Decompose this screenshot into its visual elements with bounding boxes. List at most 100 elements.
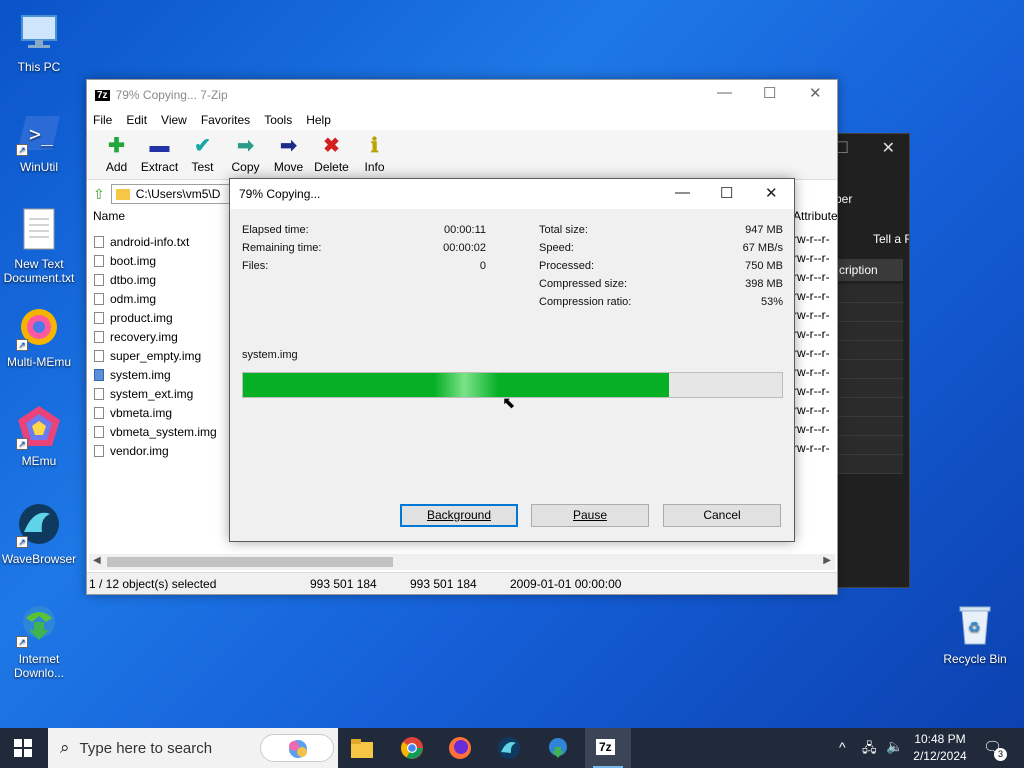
folder-icon bbox=[115, 188, 130, 200]
svg-text:♻: ♻ bbox=[968, 620, 981, 636]
network-icon[interactable]: 🖧 bbox=[862, 739, 877, 761]
menu-help[interactable]: Help bbox=[306, 113, 331, 127]
search-icon: ⌕ bbox=[60, 738, 70, 757]
copy-progress-dialog[interactable]: 79% Copying... — ☐ ✕ Elapsed time: 00:00… bbox=[229, 178, 795, 542]
list-item[interactable]: boot.img bbox=[94, 251, 217, 270]
desktop-icon-recycle-bin[interactable]: ♻ Recycle Bin bbox=[935, 602, 1015, 666]
list-item[interactable]: vbmeta.img bbox=[94, 403, 217, 422]
column-header: cription bbox=[837, 259, 903, 281]
horizontal-scrollbar[interactable]: ◀ ▶ bbox=[89, 554, 835, 570]
firefox-icon[interactable] bbox=[448, 736, 472, 760]
list-row bbox=[837, 322, 903, 341]
attr-cell: rw-r--r- bbox=[793, 441, 830, 455]
file-icon bbox=[94, 349, 104, 362]
minimize-icon[interactable]: — bbox=[717, 84, 732, 101]
list-item[interactable]: vendor.img bbox=[94, 441, 217, 460]
extract-button[interactable]: ▬ Extract bbox=[138, 130, 181, 179]
file-icon bbox=[94, 273, 104, 286]
status-bar: 1 / 12 object(s) selected 993 501 184 99… bbox=[87, 572, 837, 594]
shortcut-arrow-icon: ↗ bbox=[16, 438, 28, 450]
attr-cell: rw-r--r- bbox=[793, 346, 830, 360]
window-title: 79% Copying... 7-Zip bbox=[115, 88, 228, 102]
scroll-right-icon[interactable]: ▶ bbox=[823, 555, 831, 566]
speed-value: 67 MB/s bbox=[742, 242, 783, 254]
menu-view[interactable]: View bbox=[161, 113, 187, 127]
desktop-icon-label: MEmu bbox=[21, 454, 57, 468]
wavebrowser-icon: ↗ bbox=[16, 502, 62, 548]
shortcut-arrow-icon: ↗ bbox=[16, 339, 28, 351]
wavebrowser-taskbar-icon[interactable] bbox=[497, 736, 521, 760]
column-header-name[interactable]: Name bbox=[93, 209, 125, 223]
desktop-icon-memu[interactable]: ↗ MEmu bbox=[0, 404, 79, 468]
taskbar-search-box[interactable]: ⌕ Type here to search bbox=[48, 728, 338, 768]
clock-date[interactable]: 2/12/2024 bbox=[911, 749, 969, 763]
scrollbar-thumb[interactable] bbox=[107, 557, 393, 567]
delete-x-icon: ✖ bbox=[323, 135, 340, 157]
maximize-icon[interactable]: ☐ bbox=[763, 84, 776, 102]
list-item[interactable]: recovery.img bbox=[94, 327, 217, 346]
menu-file[interactable]: File bbox=[93, 113, 112, 127]
list-item[interactable]: dtbo.img bbox=[94, 270, 217, 289]
list-item[interactable]: vbmeta_system.img bbox=[94, 422, 217, 441]
desktop-icon-wavebrowser[interactable]: ↗ WaveBrowser bbox=[0, 502, 79, 566]
list-item[interactable]: odm.img bbox=[94, 289, 217, 308]
menu-edit[interactable]: Edit bbox=[126, 113, 147, 127]
list-item[interactable]: product.img bbox=[94, 308, 217, 327]
desktop-icon-internet-download[interactable]: ↗ Internet Downlo... bbox=[0, 602, 79, 680]
list-item[interactable]: android-info.txt bbox=[94, 232, 217, 251]
powershell-icon: >_ ↗ bbox=[16, 110, 62, 156]
desktop-icon-multi-memu[interactable]: ↗ Multi-MEmu bbox=[0, 305, 79, 369]
delete-button[interactable]: ✖ Delete bbox=[310, 130, 353, 179]
volume-muted-icon[interactable]: 🔈 bbox=[886, 738, 903, 755]
menu-tools[interactable]: Tools bbox=[264, 113, 292, 127]
copy-arrow-icon: ➡ bbox=[237, 135, 254, 157]
show-hidden-icons-chevron[interactable]: ^ bbox=[839, 739, 846, 755]
scroll-left-icon[interactable]: ◀ bbox=[93, 555, 101, 566]
menu-favorites[interactable]: Favorites bbox=[201, 113, 250, 127]
list-item[interactable]: system_ext.img bbox=[94, 384, 217, 403]
up-folder-icon[interactable]: ⇧ bbox=[93, 186, 105, 203]
files-label: Files: bbox=[242, 260, 269, 272]
file-explorer-icon[interactable] bbox=[350, 736, 374, 760]
notification-badge: 3 bbox=[994, 748, 1007, 761]
pause-button[interactable]: Pause bbox=[531, 504, 649, 527]
svg-text:>_: >_ bbox=[29, 122, 54, 146]
elapsed-time-value: 00:00:11 bbox=[443, 224, 486, 236]
copilot-icon[interactable] bbox=[260, 734, 334, 762]
minimize-icon[interactable]: — bbox=[675, 184, 690, 201]
file-list: android-info.txt boot.img dtbo.img odm.i… bbox=[94, 232, 217, 460]
minus-icon: ▬ bbox=[149, 135, 170, 157]
desktop-icon-new-text-document[interactable]: New Text Document.txt bbox=[0, 207, 79, 285]
column-header-attributes[interactable]: Attribute bbox=[793, 209, 838, 223]
close-icon[interactable]: ✕ bbox=[882, 138, 895, 158]
info-button[interactable]: ℹ Info bbox=[353, 130, 396, 179]
path-input[interactable]: C:\Users\vm5\D bbox=[110, 184, 231, 204]
dialog-title-bar[interactable]: 79% Copying... — ☐ ✕ bbox=[230, 179, 794, 209]
desktop-icon-this-pc[interactable]: This PC bbox=[0, 10, 79, 74]
file-icon bbox=[94, 425, 104, 438]
move-button[interactable]: ➡ Move bbox=[267, 130, 310, 179]
background-button[interactable]: Background bbox=[400, 504, 518, 527]
chrome-icon[interactable] bbox=[400, 736, 424, 760]
maximize-icon[interactable]: ☐ bbox=[720, 184, 733, 202]
test-button[interactable]: ✔ Test bbox=[181, 130, 224, 179]
internet-download-manager-icon[interactable] bbox=[546, 736, 570, 760]
close-icon[interactable]: ✕ bbox=[809, 84, 822, 102]
copy-button[interactable]: ➡ Copy bbox=[224, 130, 267, 179]
file-icon bbox=[94, 368, 104, 381]
windows-start-icon[interactable] bbox=[14, 739, 32, 757]
list-row bbox=[837, 284, 903, 303]
file-icon bbox=[94, 254, 104, 267]
desktop-icon-winutil[interactable]: >_ ↗ WinUtil bbox=[0, 110, 79, 174]
clock-time[interactable]: 10:48 PM bbox=[913, 732, 967, 746]
desktop-icon-label: WaveBrowser bbox=[1, 552, 77, 566]
file-icon bbox=[94, 311, 104, 324]
7zip-taskbar-button[interactable]: 7z bbox=[585, 728, 631, 768]
close-icon[interactable]: ✕ bbox=[765, 184, 778, 202]
cancel-button[interactable]: Cancel bbox=[663, 504, 781, 527]
add-button[interactable]: ✚ Add bbox=[95, 130, 138, 179]
list-item-selected[interactable]: system.img bbox=[94, 365, 217, 384]
desktop-icon-label: New Text Document.txt bbox=[3, 257, 75, 285]
attr-cell: rw-r--r- bbox=[793, 289, 830, 303]
list-item[interactable]: super_empty.img bbox=[94, 346, 217, 365]
